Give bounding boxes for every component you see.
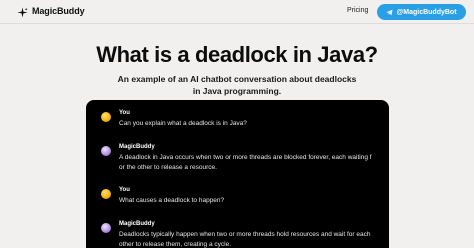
- subtitle-line-2: in Java programming.: [192, 86, 282, 96]
- message-line-2: other to release them, creating a cycle.: [119, 241, 232, 248]
- bot-avatar: [101, 223, 111, 233]
- message-text: Deadlocks typically happen when two or m…: [119, 230, 387, 248]
- bot-avatar: [101, 146, 111, 156]
- brand-logo[interactable]: MagicBuddy: [17, 5, 85, 18]
- message-line-1: Deadlocks typically happen when two or m…: [119, 231, 371, 238]
- page-title: What is a deadlock in Java?: [96, 42, 378, 67]
- telegram-bot-button[interactable]: @MagicBuddyBot: [377, 4, 466, 20]
- user-avatar: [101, 189, 111, 199]
- pricing-link[interactable]: Pricing: [347, 7, 368, 14]
- message-sender: You: [119, 110, 130, 116]
- user-avatar: [101, 112, 111, 122]
- brand-name: MagicBuddy: [32, 5, 85, 16]
- telegram-plane-icon: [386, 9, 393, 16]
- chat-window: You Can you explain what a deadlock is i…: [86, 100, 389, 248]
- page-subtitle: An example of an AI chatbot conversation…: [100, 73, 374, 97]
- subtitle-line-1: An example of an AI chatbot conversation…: [117, 74, 357, 84]
- message-sender: MagicBuddy: [119, 144, 155, 150]
- top-navbar: MagicBuddy Pricing @MagicBuddyBot: [0, 0, 474, 24]
- message-text: What causes a deadlock to happen?: [119, 197, 225, 204]
- message-line-2: or the other to release a resource.: [119, 164, 217, 171]
- message-line-1: A deadlock in Java occurs when two or mo…: [119, 154, 372, 161]
- sparkle-icon: [17, 5, 28, 18]
- telegram-button-label: @MagicBuddyBot: [396, 8, 457, 16]
- message-text: A deadlock in Java occurs when two or mo…: [119, 153, 387, 173]
- message-sender: MagicBuddy: [119, 221, 155, 227]
- message-sender: You: [119, 187, 130, 193]
- message-text: Can you explain what a deadlock is in Ja…: [119, 120, 247, 127]
